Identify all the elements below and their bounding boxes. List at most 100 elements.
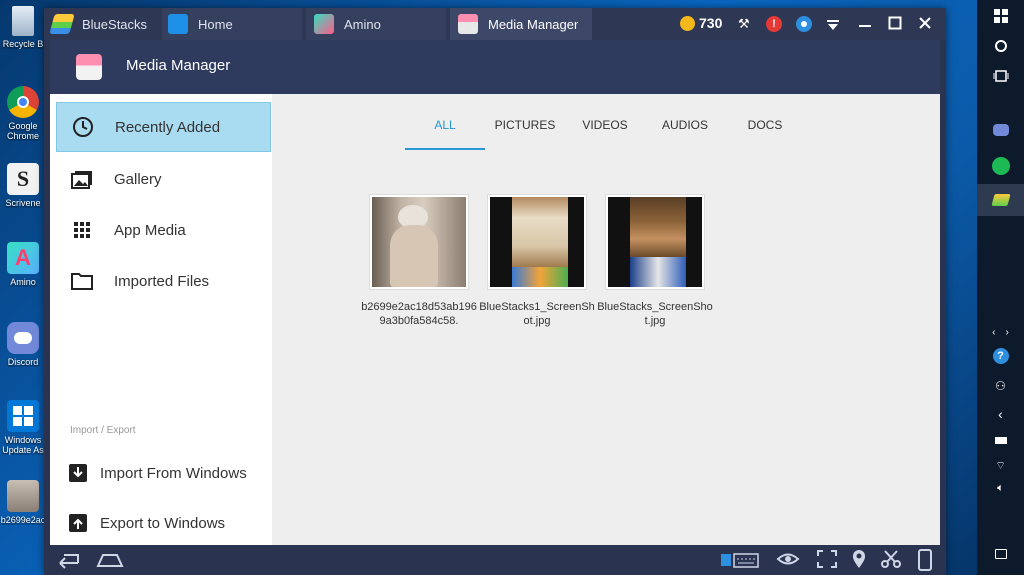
chrome-icon — [7, 86, 39, 118]
media-thumbnail — [487, 194, 587, 290]
tab-home[interactable]: Home — [162, 8, 302, 40]
media-item[interactable]: b2699e2ac18d53ab1969a3b0fa584c58. — [360, 194, 478, 328]
dropdown-menu-icon — [827, 20, 839, 30]
phone-rotate-icon — [918, 549, 932, 571]
keyboard-icon — [721, 553, 759, 568]
tab-audios[interactable]: AUDIOS — [645, 118, 725, 150]
account-button[interactable] — [796, 16, 812, 32]
home-shape-icon — [96, 554, 124, 567]
media-manager-logo-icon — [76, 54, 102, 80]
action-center-button[interactable] — [977, 538, 1024, 570]
media-manager-icon — [458, 14, 478, 34]
chevron-left-icon: ‹ — [998, 406, 1003, 422]
desktop-icon-chrome[interactable]: Google Chrome — [0, 86, 46, 141]
keyboard-toggle-button[interactable] — [720, 549, 759, 571]
account-icon — [801, 21, 807, 27]
volume-tray-button[interactable]: 🔈︎ — [977, 472, 1024, 504]
windows-update-icon — [7, 400, 39, 432]
wifi-icon: ⌔ — [995, 460, 1006, 472]
taskbar-scroll-arrows[interactable]: ‹ › — [977, 322, 1024, 342]
import-from-windows-button[interactable]: Import From Windows — [68, 458, 247, 488]
taskbar-bluestacks[interactable] — [977, 184, 1024, 216]
coins-counter[interactable]: 730 — [680, 15, 722, 31]
chevron-left-icon: ‹ — [992, 326, 996, 338]
bluestacks-icon — [990, 194, 1011, 206]
sidebar-item-imported-files[interactable]: Imported Files — [56, 256, 271, 306]
alert-icon: ! — [772, 18, 776, 30]
gallery-icon — [71, 171, 92, 189]
back-button[interactable] — [54, 549, 79, 571]
fullscreen-button[interactable] — [816, 549, 840, 571]
sidebar-item-recently-added[interactable]: Recently Added — [56, 102, 271, 152]
desktop-icon-windows-update[interactable]: Windows Update As — [0, 400, 46, 455]
notification-icon — [994, 549, 1007, 559]
app-header: Media Manager — [50, 40, 940, 94]
taskbar-discord[interactable] — [977, 114, 1024, 146]
eye-icon — [776, 553, 800, 565]
task-view-button[interactable] — [977, 60, 1024, 92]
maximize-button[interactable] — [888, 16, 902, 30]
location-button[interactable] — [850, 549, 874, 571]
wrench-button[interactable]: ⚒ — [738, 16, 754, 32]
spotify-icon — [991, 157, 1010, 175]
media-thumbnail — [369, 194, 469, 290]
import-icon — [69, 464, 87, 482]
tab-media-manager[interactable]: Media Manager — [450, 8, 592, 40]
battery-icon — [994, 436, 1007, 444]
media-item[interactable]: BlueStacks_ScreenShot.jpg — [596, 194, 714, 328]
minimize-button[interactable] — [858, 16, 872, 30]
menu-dropdown-button[interactable] — [826, 18, 840, 30]
home-icon — [168, 14, 188, 34]
amino-icon — [314, 14, 334, 34]
scrivener-icon: S — [7, 163, 39, 195]
sidebar-item-app-media[interactable]: App Media — [56, 205, 271, 255]
tab-bluestacks[interactable]: BlueStacks — [44, 8, 156, 40]
bluestacks-window: BlueStacks Home Amino Media Manager 730 … — [44, 8, 946, 575]
eye-button[interactable] — [776, 549, 800, 571]
taskbar-spotify[interactable] — [977, 150, 1024, 182]
recycle-bin-icon — [12, 6, 34, 36]
tab-videos[interactable]: VIDEOS — [565, 118, 645, 150]
desktop-icon-discord[interactable]: Discord — [0, 322, 46, 367]
import-export-section-label: Import / Export — [70, 425, 136, 436]
clock-icon — [73, 117, 93, 137]
tab-all[interactable]: ALL — [405, 118, 485, 150]
image-file-icon — [7, 480, 39, 512]
amino-icon: A — [7, 242, 39, 274]
chevron-right-icon: › — [1005, 326, 1009, 338]
sidebar: Recently Added Gallery App Media Importe… — [50, 94, 272, 545]
location-pin-icon — [853, 550, 865, 568]
bluestacks-titlebar: BlueStacks Home Amino Media Manager 730 … — [44, 8, 946, 40]
start-button[interactable] — [977, 0, 1024, 32]
desktop-icon-scrivener[interactable]: S Scrivene — [0, 163, 46, 208]
discord-icon — [7, 322, 39, 354]
people-icon: ⚇ — [995, 379, 1006, 393]
alert-button[interactable]: ! — [766, 16, 782, 32]
help-tray-button[interactable]: ? — [977, 340, 1024, 372]
volume-icon: 🔈︎ — [997, 481, 1004, 494]
home-button[interactable] — [96, 549, 124, 571]
tab-amino[interactable]: Amino — [306, 8, 446, 40]
windows-logo-icon — [993, 9, 1008, 23]
desktop-icon-amino[interactable]: A Amino — [0, 242, 46, 287]
minimize-icon — [859, 25, 871, 27]
tab-pictures[interactable]: PICTURES — [485, 118, 565, 150]
bluestacks-icon — [49, 14, 75, 34]
grid-icon — [74, 222, 90, 238]
desktop-icon-recycle-bin[interactable]: Recycle B — [0, 6, 46, 49]
bluestacks-bottom-bar — [44, 545, 946, 575]
close-button[interactable] — [918, 16, 932, 30]
sidebar-item-gallery[interactable]: Gallery — [56, 154, 271, 204]
screenshot-button[interactable] — [880, 549, 904, 571]
rotate-button[interactable] — [916, 549, 940, 571]
app-title: Media Manager — [126, 57, 231, 74]
export-to-windows-button[interactable]: Export to Windows — [68, 508, 225, 538]
task-view-icon — [993, 70, 1008, 82]
export-icon — [69, 514, 87, 532]
tab-docs[interactable]: DOCS — [725, 118, 805, 150]
maximize-icon — [888, 16, 902, 30]
windows-taskbar: ‹ › ? ⚇ ‹ ⌔ 🔈︎ — [977, 0, 1024, 575]
desktop-icon-image-file[interactable]: b2699e2ac — [0, 480, 46, 525]
cortana-button[interactable] — [977, 30, 1024, 62]
media-item[interactable]: BlueStacks1_ScreenShot.jpg — [478, 194, 596, 328]
